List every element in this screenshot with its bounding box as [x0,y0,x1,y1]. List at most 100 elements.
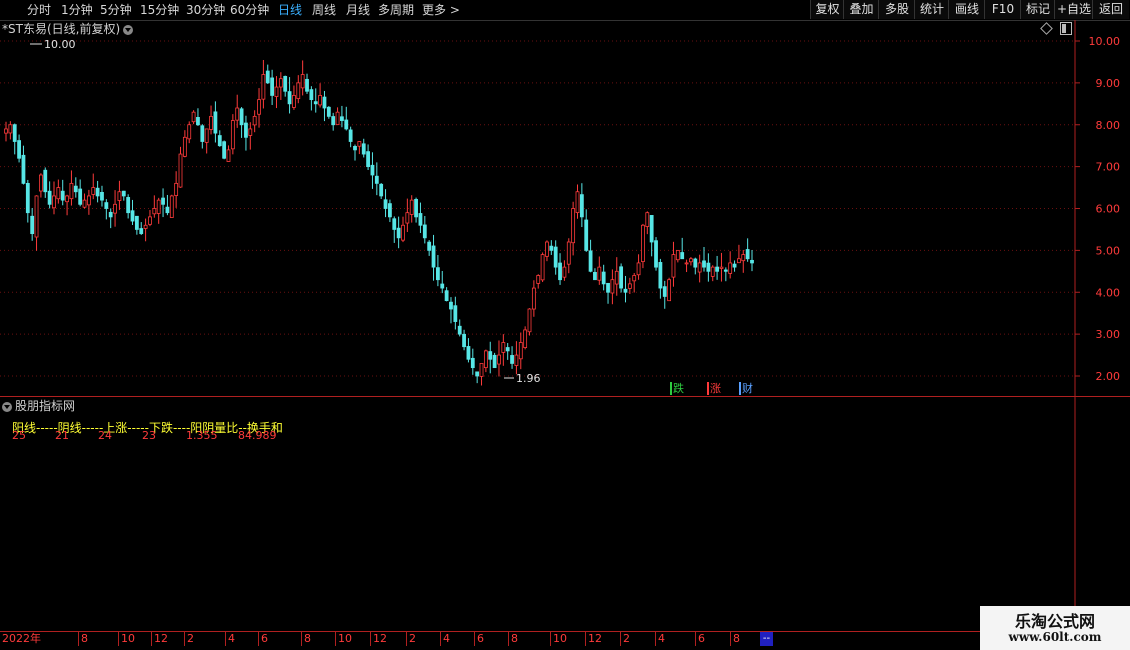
candle-body [287,91,292,105]
event-marker-2[interactable]: 财 [739,382,754,395]
indicator-value-3: 23 [142,429,156,442]
time-label-16: 2 [620,632,630,646]
candle-body [405,212,410,224]
candle-body [56,187,61,200]
candle-body [614,270,619,285]
candle-body [200,125,205,142]
candle-body [213,111,218,134]
candle-body [584,219,589,251]
candle-body [401,224,405,241]
candle-body [309,89,314,101]
candle-body [527,308,532,333]
candle-body [475,371,480,377]
candle-body [91,187,96,195]
event-marker-1[interactable]: 涨 [707,382,722,395]
candle-body [440,283,445,289]
price-tick-labels: 10.00 9.00 8.00 7.00 6.00 5.00 4.00 3.00 2.00 [1089,35,1121,383]
candle-body [662,286,667,297]
candle-body [344,119,349,130]
candle-body [723,269,728,272]
indicator-value-5: 84.989 [238,429,277,442]
candle-body [505,347,510,352]
price-tick-2: 8.00 [1096,119,1121,132]
candle-body [270,77,275,96]
candle-body [623,288,628,293]
candle-body [710,266,715,277]
candle-body [549,245,554,251]
indicator-title[interactable]: 股朋指标网 [2,398,75,414]
time-label-2: 10 [118,632,135,646]
event-marker-0[interactable]: 跌 [670,382,685,395]
candle-body [73,185,78,193]
candle-body [388,203,392,218]
candle-body [278,78,283,88]
candle-body [30,215,35,235]
price-tick-7: 3.00 [1096,328,1121,341]
time-label-0: 2022年 [2,632,41,645]
candle-body [435,267,440,281]
indicator-value-2: 24 [98,429,112,442]
candle-body [466,346,471,360]
candle-body [427,241,432,251]
candle-body [492,354,497,369]
candle-body [588,250,593,272]
candle-body [566,241,571,265]
candle-body [379,183,384,197]
candle-body [745,249,750,260]
candle-body [689,258,693,263]
candle-body [737,258,741,264]
candle-body [222,141,227,159]
chevron-down-icon[interactable] [2,401,12,412]
candle-body [540,254,545,281]
candle-body [95,187,100,197]
candle-body [671,254,676,278]
candle-body [348,129,353,142]
candle-body [143,224,148,229]
time-label-15: 12 [585,632,602,646]
candle-body [230,120,235,150]
candle-body [370,164,375,176]
candle-body [239,108,244,126]
watermark-title: 乐淘公式网 [1014,612,1095,631]
candle-body [457,325,462,335]
candle-body [732,263,737,268]
candle-body [283,75,288,92]
candle-body [514,354,519,366]
price-tick-4: 6.00 [1096,203,1121,216]
candle-body [675,249,680,261]
low-price-label: 1.96 [516,372,541,385]
candle-body [479,363,484,377]
candle-body [82,199,87,208]
time-label-11: 4 [440,632,450,646]
candle-body [292,95,296,108]
candle-body [326,106,331,117]
price-tick-1: 9.00 [1096,77,1121,90]
candle-body [187,124,192,140]
candle-body [353,146,357,151]
candle-body [108,211,113,218]
candle-body [322,96,327,109]
candle-body [257,99,261,115]
candle-body [431,245,436,268]
time-label-7: 8 [301,632,311,646]
main-chart-canvas: 10.00 9.00 8.00 7.00 6.00 5.00 4.00 3.00 2.00 10… [0,20,1130,632]
candle-body [553,246,558,268]
candle-body [69,182,74,200]
candle-body [178,153,183,188]
candle-body [191,111,196,123]
candle-body [558,262,562,281]
candle-body [296,82,301,99]
price-tick-5: 5.00 [1096,244,1121,257]
candle-body [510,355,514,364]
time-label-13: 8 [508,632,518,646]
candle-body [462,333,466,348]
candle-body [654,240,658,268]
time-label-18: 6 [695,632,705,646]
candle-body [182,136,187,157]
candle-body [627,283,632,289]
candle-body [217,135,222,147]
candle-body [126,197,131,214]
candle-body [60,190,65,201]
price-tick-8: 2.00 [1096,370,1121,383]
candle-body [17,140,21,159]
